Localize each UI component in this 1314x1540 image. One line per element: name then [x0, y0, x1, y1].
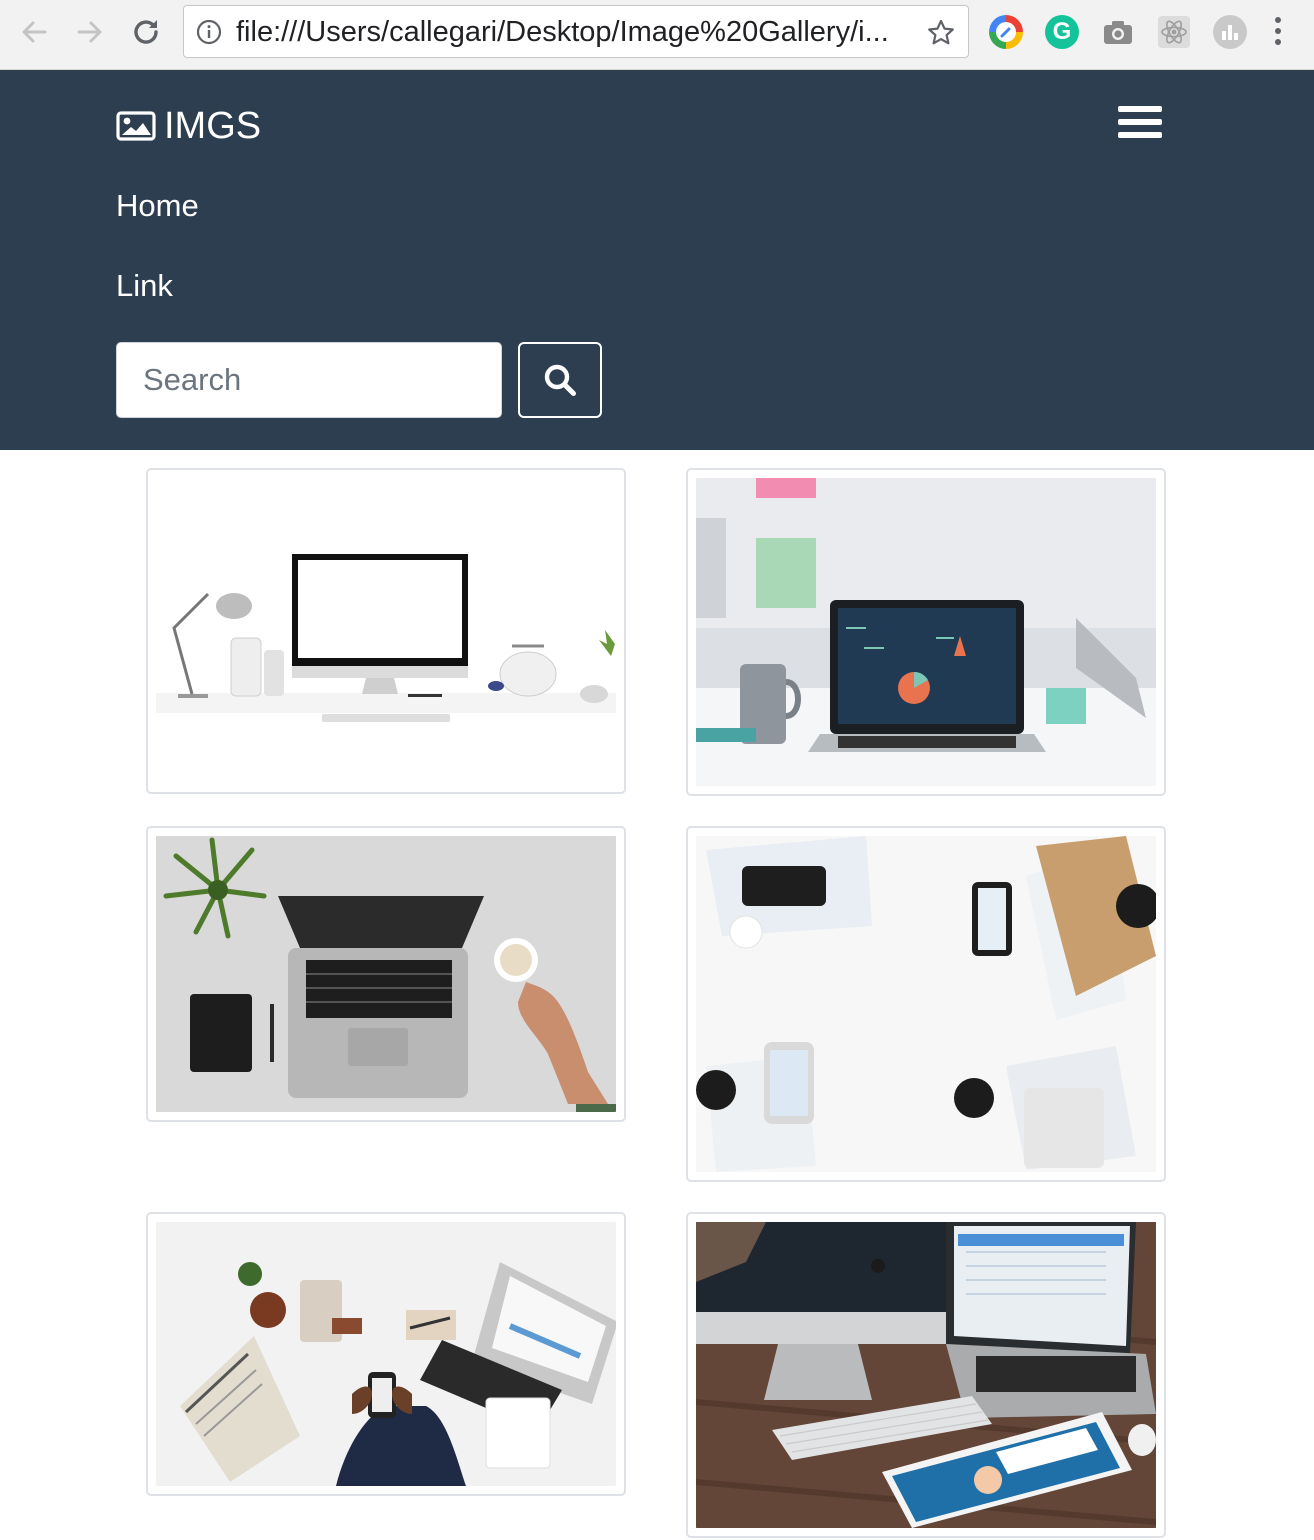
- navbar: IMGS Home Link: [0, 70, 1314, 450]
- nav-link-link[interactable]: Link: [116, 268, 173, 304]
- back-button[interactable]: [14, 12, 54, 52]
- grammarly-icon[interactable]: G: [1045, 15, 1079, 49]
- reload-button[interactable]: [126, 12, 166, 52]
- nav-link-home[interactable]: Home: [116, 188, 199, 224]
- bookmark-star-icon[interactable]: [926, 18, 956, 48]
- gallery-card[interactable]: [686, 826, 1166, 1182]
- gallery-image[interactable]: [696, 1222, 1156, 1528]
- reload-icon: [134, 20, 158, 44]
- gallery-image[interactable]: [156, 478, 616, 784]
- image-icon: [116, 111, 156, 141]
- browser-toolbar: file:///Users/callegari/Desktop/Image%20…: [0, 0, 1314, 70]
- gallery-card[interactable]: [146, 468, 626, 794]
- gallery-card[interactable]: [146, 1212, 626, 1496]
- gallery-image[interactable]: [696, 836, 1156, 1172]
- search-button[interactable]: [518, 342, 602, 418]
- camera-icon[interactable]: [1101, 15, 1135, 49]
- brand-title: IMGS: [164, 104, 262, 147]
- react-icon[interactable]: [1157, 15, 1191, 49]
- gallery-image[interactable]: [696, 478, 1156, 786]
- brand[interactable]: IMGS: [116, 102, 261, 150]
- forward-button[interactable]: [70, 12, 110, 52]
- arrow-left-icon: [22, 21, 47, 43]
- color-picker-icon[interactable]: [989, 15, 1023, 49]
- search-icon: [544, 364, 576, 396]
- info-icon[interactable]: [196, 19, 222, 45]
- arrow-right-icon: [77, 21, 102, 43]
- address-bar[interactable]: file:///Users/callegari/Desktop/Image%20…: [183, 5, 969, 58]
- gallery-card[interactable]: [146, 826, 626, 1122]
- stats-icon[interactable]: [1213, 15, 1247, 49]
- gallery-image[interactable]: [156, 1222, 616, 1486]
- menu-toggle-button[interactable]: [1118, 106, 1162, 146]
- url-text[interactable]: file:///Users/callegari/Desktop/Image%20…: [236, 6, 916, 59]
- gallery-card[interactable]: [686, 468, 1166, 796]
- browser-menu-icon[interactable]: [1268, 17, 1288, 49]
- search-input[interactable]: [116, 342, 502, 418]
- gallery-card[interactable]: [686, 1212, 1166, 1538]
- gallery-image[interactable]: [156, 836, 616, 1112]
